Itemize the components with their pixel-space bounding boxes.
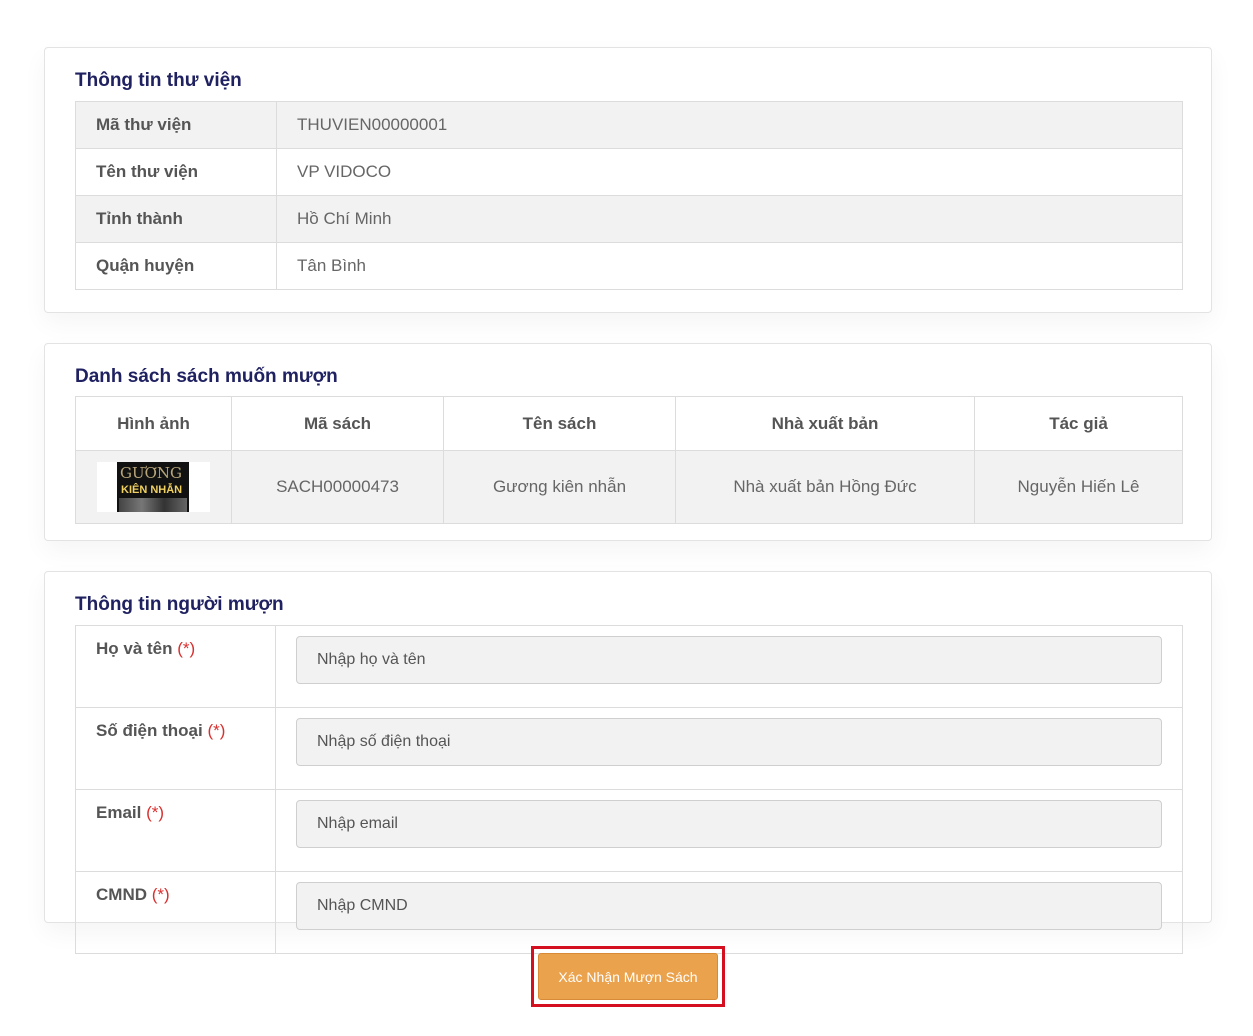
province-label: Tỉnh thành (75, 195, 277, 243)
header-author: Tác giả (974, 396, 1183, 451)
library-name-label: Tên thư viện (75, 148, 277, 196)
province-value: Hồ Chí Minh (276, 195, 1183, 243)
cover-title-line2: KIÊN NHẪN (121, 484, 183, 496)
borrower-info-title: Thông tin người mượn (75, 594, 284, 615)
email-label: Email (96, 803, 142, 822)
confirm-borrow-button[interactable]: Xác Nhận Mượn Sách (538, 953, 718, 1000)
fullname-input[interactable] (296, 636, 1162, 684)
submit-highlight-frame: Xác Nhận Mượn Sách (531, 946, 725, 1007)
library-name-value: VP VIDOCO (276, 148, 1183, 196)
table-row: Tên thư viện VP VIDOCO (75, 148, 1183, 196)
book-name: Gương kiên nhẫn (443, 450, 676, 524)
district-value: Tân Bình (276, 242, 1183, 290)
library-code-value: THUVIEN00000001 (276, 101, 1183, 149)
required-mark: (*) (151, 885, 170, 904)
id-card-label: CMND (96, 885, 147, 904)
header-image: Hình ảnh (75, 396, 232, 451)
phone-input[interactable] (296, 718, 1162, 766)
book-publisher: Nhà xuất bản Hồng Đức (675, 450, 975, 524)
required-mark: (*) (146, 803, 165, 822)
library-info-table: Mã thư viện THUVIEN00000001 Tên thư viện… (75, 101, 1183, 290)
phone-label-cell: Số điện thoại (*) (75, 707, 276, 790)
table-row: Mã thư viện THUVIEN00000001 (75, 101, 1183, 149)
form-row: Họ và tên (*) (75, 625, 1183, 708)
book-code: SACH00000473 (231, 450, 444, 524)
library-info-title: Thông tin thư viện (75, 70, 242, 91)
district-label: Quận huyện (75, 242, 277, 290)
header-book-code: Mã sách (231, 396, 444, 451)
id-card-input-cell (275, 871, 1183, 954)
books-list-title: Danh sách sách muốn mượn (75, 366, 338, 387)
header-publisher: Nhà xuất bản (675, 396, 975, 451)
required-mark: (*) (177, 639, 196, 658)
table-header-row: Hình ảnh Mã sách Tên sách Nhà xuất bản T… (75, 396, 1183, 451)
form-row: CMND (*) (75, 871, 1183, 954)
fullname-label: Họ và tên (96, 639, 173, 658)
phone-input-cell (275, 707, 1183, 790)
id-card-label-cell: CMND (*) (75, 871, 276, 954)
phone-label: Số điện thoại (96, 721, 203, 740)
email-input-cell (275, 789, 1183, 872)
email-label-cell: Email (*) (75, 789, 276, 872)
id-card-input[interactable] (296, 882, 1162, 930)
borrower-form: Họ và tên (*) Số điện thoại (*) Email (*… (75, 625, 1183, 954)
fullname-input-cell (275, 625, 1183, 708)
cover-title-line1: GƯƠNG (120, 464, 183, 482)
books-table: Hình ảnh Mã sách Tên sách Nhà xuất bản T… (75, 396, 1183, 524)
cover-art (119, 498, 187, 512)
library-code-label: Mã thư viện (75, 101, 277, 149)
borrower-info-card: Thông tin người mượn Họ và tên (*) Số đi… (44, 571, 1212, 954)
table-row: Tỉnh thành Hồ Chí Minh (75, 195, 1183, 243)
book-cover-image: GƯƠNG KIÊN NHẪN (97, 462, 210, 512)
fullname-label-cell: Họ và tên (*) (75, 625, 276, 708)
email-input[interactable] (296, 800, 1162, 848)
table-row: Quận huyện Tân Bình (75, 242, 1183, 290)
library-info-card: Thông tin thư viện Mã thư viện THUVIEN00… (44, 47, 1212, 313)
form-row: Số điện thoại (*) (75, 707, 1183, 790)
book-image-cell: GƯƠNG KIÊN NHẪN (75, 450, 232, 524)
required-mark: (*) (207, 721, 226, 740)
form-row: Email (*) (75, 789, 1183, 872)
books-list-card: Danh sách sách muốn mượn Hình ảnh Mã sác… (44, 343, 1212, 541)
table-row: GƯƠNG KIÊN NHẪN SACH00000473 Gương kiên … (75, 450, 1183, 524)
header-book-name: Tên sách (443, 396, 676, 451)
book-author: Nguyễn Hiến Lê (974, 450, 1183, 524)
